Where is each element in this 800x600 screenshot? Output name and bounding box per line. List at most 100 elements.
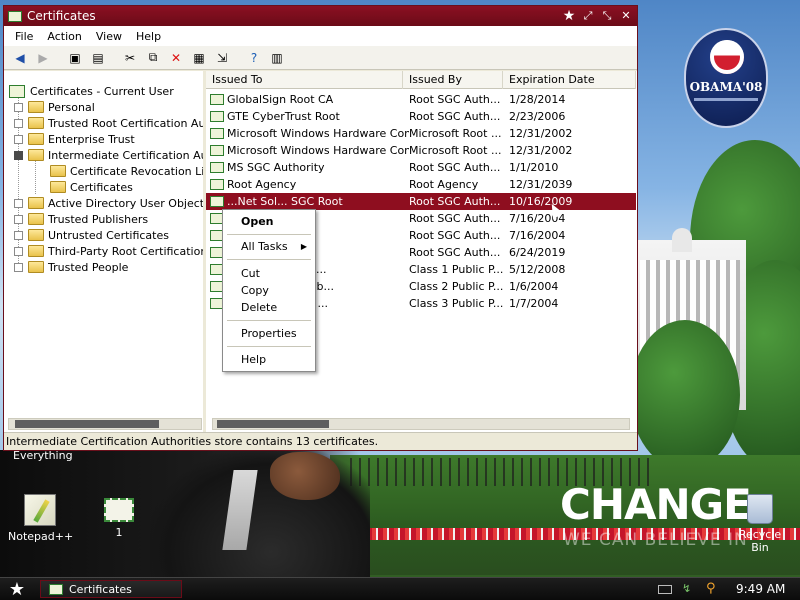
context-help[interactable]: Help xyxy=(223,351,315,368)
cell-issued-to: ...Net Sol... SGC Root xyxy=(227,195,343,208)
cell-issued-by: Root SGC Auth... xyxy=(409,110,501,123)
folder-icon xyxy=(28,229,44,241)
table-row[interactable]: GTE CyberTrust Root Root SGC Auth... 2/2… xyxy=(206,108,636,125)
tree-item-untrusted[interactable]: Untrusted Certificates xyxy=(14,227,169,243)
status-bar: Intermediate Certification Authorities s… xyxy=(4,432,637,450)
certificate-app-icon xyxy=(8,10,22,22)
forward-arrow-icon[interactable]: ▶ xyxy=(33,49,53,67)
tree-item-intermediate[interactable]: Intermediate Certification Authorities xyxy=(14,147,203,163)
menu-help[interactable]: Help xyxy=(129,30,168,43)
tree-item-active-directory[interactable]: Active Directory User Object xyxy=(14,195,203,211)
table-row[interactable]: GlobalSign Root CA Root SGC Auth... 1/28… xyxy=(206,91,636,108)
white-house-dome xyxy=(672,228,692,252)
tree-item-label: Certificates - Current User xyxy=(30,84,174,98)
table-row[interactable]: Microsoft Windows Hardware Com... Micros… xyxy=(206,125,636,142)
folder-icon xyxy=(28,133,44,145)
desktop-icon-certificate[interactable]: 1 xyxy=(94,498,144,539)
expand-box-icon[interactable] xyxy=(14,262,23,272)
up-folder-icon[interactable]: ▣ xyxy=(65,49,85,67)
start-button[interactable]: ★ xyxy=(6,580,28,599)
expand-box-icon[interactable] xyxy=(14,230,23,240)
desktop-icon-notepad[interactable]: Notepad++ xyxy=(8,494,74,543)
toolbar-separator xyxy=(56,49,62,67)
context-cut[interactable]: Cut xyxy=(223,265,315,282)
menu-file[interactable]: File xyxy=(8,30,40,43)
column-issued-to[interactable]: Issued To xyxy=(206,71,403,89)
expand-box-icon[interactable] xyxy=(14,246,23,256)
show-action-pane-icon[interactable]: ▥ xyxy=(267,49,287,67)
column-issued-by[interactable]: Issued By xyxy=(403,71,503,89)
scrollbar-thumb[interactable] xyxy=(217,420,329,428)
expand-box-icon[interactable] xyxy=(14,214,23,224)
cell-issued-by: Microsoft Root ... xyxy=(409,127,502,140)
cell-expiration: 7/16/2004 xyxy=(509,212,566,225)
context-properties[interactable]: Properties xyxy=(223,325,315,342)
tree-item-label: Enterprise Trust xyxy=(48,132,135,146)
tree-item-trusted-root[interactable]: Trusted Root Certification Authorities xyxy=(14,115,203,131)
logo-underline xyxy=(694,98,758,101)
table-row[interactable]: Root Agency Root Agency 12/31/2039 xyxy=(206,176,636,193)
cell-issued-to: Microsoft Windows Hardware Com... xyxy=(227,144,409,157)
tree-item-enterprise-trust[interactable]: Enterprise Trust xyxy=(14,131,135,147)
cell-issued-by: Root SGC Auth... xyxy=(409,93,501,106)
title-bar[interactable]: Certificates ★ ⤢ ⤡ ✕ xyxy=(4,6,637,26)
show-hide-tree-icon[interactable]: ▤ xyxy=(88,49,108,67)
expand-box-icon[interactable] xyxy=(14,102,23,112)
menu-separator xyxy=(227,320,311,321)
collapse-box-icon[interactable] xyxy=(14,150,23,160)
close-button[interactable]: ✕ xyxy=(618,9,634,23)
certificate-file-icon xyxy=(104,498,134,522)
tree-connector xyxy=(35,160,36,194)
tree-pane[interactable]: Certificates - Current User Personal Tru… xyxy=(4,71,206,432)
copy-icon[interactable]: ⧉ xyxy=(143,49,163,67)
tree-item-label: Trusted Publishers xyxy=(48,212,149,226)
menu-view[interactable]: View xyxy=(89,30,129,43)
expand-box-icon[interactable] xyxy=(14,134,23,144)
back-arrow-icon[interactable]: ◀ xyxy=(10,49,30,67)
search-icon[interactable]: ⚲ xyxy=(706,582,720,596)
maximize-button[interactable]: ⤡ xyxy=(599,9,615,23)
network-icon[interactable]: ↯ xyxy=(682,583,696,595)
export-list-icon[interactable]: ⇲ xyxy=(212,49,232,67)
scrollbar-thumb[interactable] xyxy=(15,420,159,428)
properties-icon[interactable]: ▦ xyxy=(189,49,209,67)
certificate-icon xyxy=(210,145,224,156)
menu-action[interactable]: Action xyxy=(40,30,88,43)
context-open[interactable]: Open xyxy=(223,213,315,230)
context-copy[interactable]: Copy xyxy=(223,282,315,299)
tree-item-third-party-root[interactable]: Third-Party Root Certification Authoriti… xyxy=(14,243,203,259)
pin-button[interactable]: ★ xyxy=(561,9,577,23)
expand-box-icon[interactable] xyxy=(14,118,23,128)
folder-icon xyxy=(28,245,44,257)
tree-item-certificates[interactable]: Certificates xyxy=(50,179,133,195)
tree-horizontal-scrollbar[interactable] xyxy=(8,418,202,430)
table-row-selected[interactable]: ...Net Sol... SGC Root Root SGC Auth... … xyxy=(206,193,636,210)
desktop-icon-recycle-bin[interactable]: Recycle Bin xyxy=(730,494,790,554)
cut-icon[interactable]: ✂ xyxy=(120,49,140,67)
delete-icon[interactable]: ✕ xyxy=(166,49,186,67)
taskbar-button-certificates[interactable]: Certificates xyxy=(40,580,182,598)
table-row[interactable]: Microsoft Windows Hardware Com... Micros… xyxy=(206,142,636,159)
certificate-icon xyxy=(210,162,224,173)
certificate-icon xyxy=(210,128,224,139)
keyboard-icon[interactable] xyxy=(658,584,672,594)
cell-expiration: 12/31/2039 xyxy=(509,178,573,191)
tree-item-trusted-people[interactable]: Trusted People xyxy=(14,259,128,275)
tree-item-label: Intermediate Certification Authorities xyxy=(48,148,203,162)
list-horizontal-scrollbar[interactable] xyxy=(212,418,630,430)
table-row[interactable]: MS SGC Authority Root SGC Auth... 1/1/20… xyxy=(206,159,636,176)
shade-button[interactable]: ⤢ xyxy=(580,9,596,23)
menu-separator xyxy=(227,259,311,260)
folder-icon xyxy=(28,197,44,209)
tree-item-revocation-list[interactable]: Certificate Revocation List xyxy=(50,163,203,179)
tree-item-personal[interactable]: Personal xyxy=(14,99,95,115)
context-delete[interactable]: Delete xyxy=(223,299,315,316)
help-icon[interactable]: ? xyxy=(244,49,264,67)
tree-root-item[interactable]: Certificates - Current User xyxy=(9,83,174,99)
clock[interactable]: 9:49 AM xyxy=(736,582,785,596)
context-all-tasks[interactable]: All Tasks ▶ xyxy=(223,238,315,255)
expand-box-icon[interactable] xyxy=(14,198,23,208)
desktop-icon-label: Notepad++ xyxy=(8,530,74,543)
column-expiration-date[interactable]: Expiration Date xyxy=(503,71,636,89)
tree-item-trusted-publishers[interactable]: Trusted Publishers xyxy=(14,211,148,227)
